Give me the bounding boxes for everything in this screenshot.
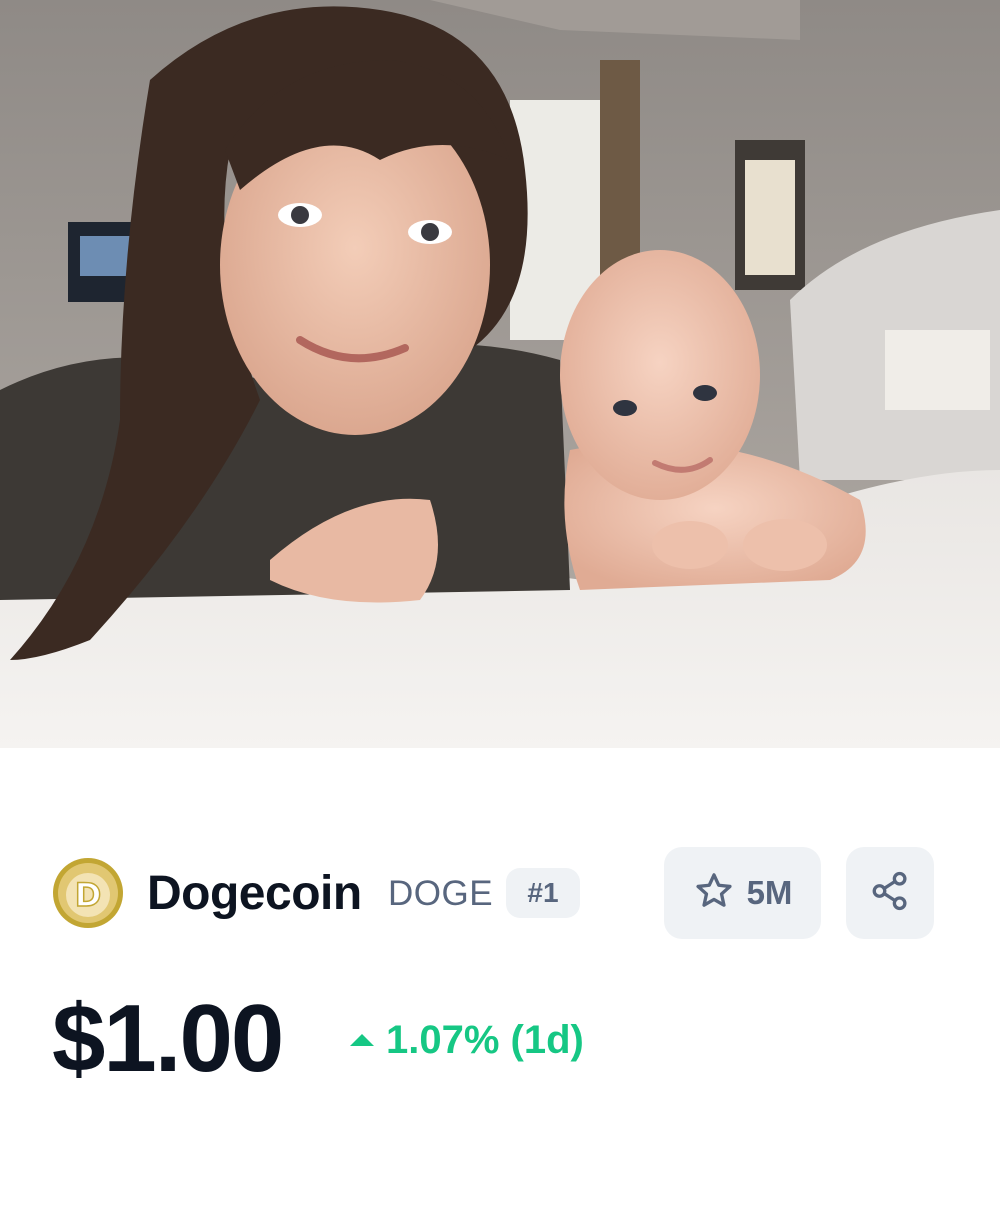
coin-symbol: DOGE (388, 874, 494, 913)
share-button[interactable] (846, 847, 934, 939)
price-value: $1.00 (52, 985, 284, 1092)
selfie-photo (0, 0, 1000, 748)
coin-summary-panel: D Dogecoin DOGE #1 5M $1.00 1.07% (1d) (0, 748, 1000, 1213)
watchlist-count: 5M (746, 874, 793, 911)
price-change: 1.07% (1d) (350, 1014, 584, 1066)
svg-text:D: D (75, 876, 102, 914)
watchlist-button[interactable]: 5M (664, 847, 821, 939)
share-icon (869, 870, 911, 917)
price-change-text: 1.07% (1d) (386, 1018, 584, 1062)
star-icon (693, 870, 735, 917)
dogecoin-logo-icon: D (52, 857, 124, 929)
coin-name: Dogecoin (147, 867, 362, 920)
rank-badge: #1 (506, 868, 580, 918)
arrow-up-icon (350, 1034, 374, 1046)
